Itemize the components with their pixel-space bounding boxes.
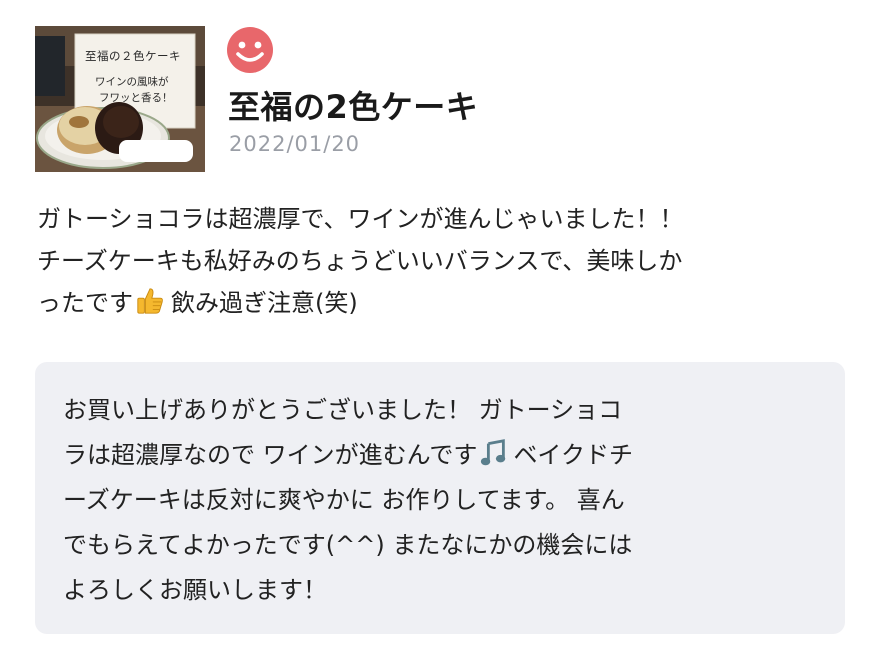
thumbnail-caption-3: フワッと香る！	[99, 92, 173, 104]
reply-line-1: お買い上げありがとうございました！ ガトーショコ	[63, 396, 623, 424]
review-card: 至福の２色ケーキ ワインの風味が フワッと香る！ 至福の2色ケーキ 2022/0…	[0, 0, 877, 657]
reply-line-2-tail: ベイクドチ	[513, 441, 633, 469]
review-line-3: ったです 飲み過ぎ注意(笑)	[37, 282, 842, 324]
reply-line-2: ラは超濃厚なので ワインが進むんです ベイクドチ	[63, 433, 823, 478]
review-date: 2022/01/20	[229, 132, 361, 156]
thumbs-up-icon	[137, 288, 163, 314]
review-line-1: ガトーショコラは超濃厚で、ワインが進んじゃいました！！	[37, 205, 684, 233]
music-note-icon	[481, 439, 506, 466]
reply-text: お買い上げありがとうございました！ ガトーショコ ラは超濃厚なので ワインが進む…	[63, 388, 823, 613]
review-line-3-text: ったです	[37, 289, 133, 317]
thumbnail-caption-2: ワインの風味が	[95, 76, 169, 88]
reply-line-3: ーズケーキは反対に爽やかに お作りしてます。 喜ん	[63, 486, 625, 514]
review-text: ガトーショコラは超濃厚で、ワインが進んじゃいました！！ チーズケーキも私好みのち…	[37, 198, 842, 324]
product-thumbnail[interactable]: 至福の２色ケーキ ワインの風味が フワッと香る！	[35, 26, 205, 172]
review-line-3-tail: 飲み過ぎ注意(笑)	[171, 289, 358, 317]
smiley-face-icon	[227, 27, 273, 73]
shop-reply: お買い上げありがとうございました！ ガトーショコ ラは超濃厚なので ワインが進む…	[35, 362, 845, 634]
reply-line-4: でもらえてよかったです(^^) またなにかの機会には	[63, 531, 633, 559]
review-line-2: チーズケーキも私好みのちょうどいいバランスで、美味しか	[37, 247, 683, 275]
reply-line-5: よろしくお願いします！	[63, 576, 327, 604]
thumbnail-caption-1: 至福の２色ケーキ	[85, 49, 181, 63]
product-title[interactable]: 至福の2色ケーキ	[228, 82, 478, 128]
reply-line-2-text: ラは超濃厚なので ワインが進むんです	[63, 441, 478, 469]
